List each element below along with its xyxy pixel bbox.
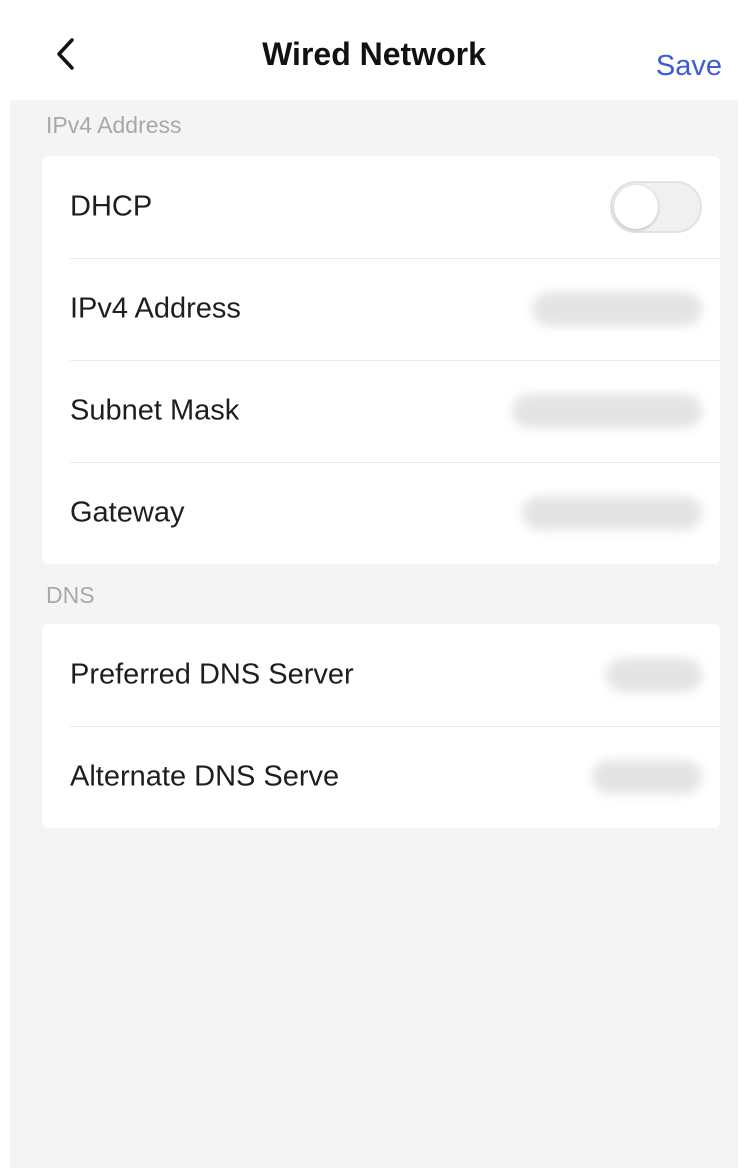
ipv4-address-row[interactable]: IPv4 Address [42,258,720,360]
preferred-dns-label: Preferred DNS Server [70,658,354,691]
toggle-knob [614,185,658,229]
alternate-dns-row[interactable]: Alternate DNS Serve [42,726,720,828]
gateway-row[interactable]: Gateway [42,462,720,564]
section-label-ipv4: IPv4 Address [46,112,182,138]
gateway-value[interactable] [522,496,702,530]
subnet-mask-label: Subnet Mask [70,394,240,427]
page-title: Wired Network [262,36,486,72]
dns-settings-card: Preferred DNS Server Alternate DNS Serve [42,624,720,828]
gateway-label: Gateway [70,496,185,529]
preferred-dns-row[interactable]: Preferred DNS Server [42,624,720,726]
ipv4-settings-card: DHCP IPv4 Address Subnet Mask Gateway [42,156,720,564]
save-button[interactable]: Save [656,50,722,83]
section-label-dns: DNS [46,582,95,608]
wired-network-screen: Wired Network Save IPv4 Address DHCP IPv… [10,8,738,1168]
subnet-mask-value[interactable] [512,394,702,428]
preferred-dns-value[interactable] [606,658,702,692]
dhcp-row: DHCP [42,156,720,258]
dhcp-label: DHCP [70,190,153,223]
subnet-mask-row[interactable]: Subnet Mask [42,360,720,462]
dhcp-toggle[interactable] [610,181,702,233]
alternate-dns-label: Alternate DNS Serve [70,760,340,793]
ipv4-address-value[interactable] [532,292,702,326]
alternate-dns-value[interactable] [592,760,702,794]
ipv4-address-label: IPv4 Address [70,292,241,325]
top-bar: Wired Network Save [10,8,738,100]
